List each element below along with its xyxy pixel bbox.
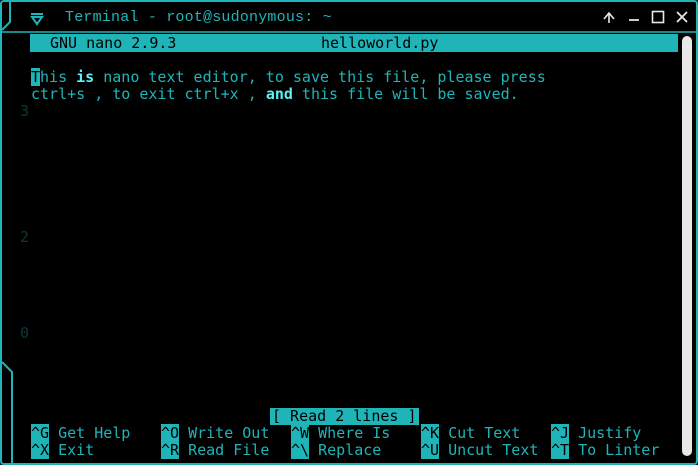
window-title: Terminal - root@sudonymous: ~ bbox=[65, 9, 332, 26]
shortcut-label: Where Is bbox=[309, 424, 391, 442]
margin-glyph: 3 bbox=[20, 102, 30, 120]
shortcut-key: ^U bbox=[421, 441, 440, 459]
shortcut-justify[interactable]: ^J Justify bbox=[551, 424, 642, 442]
editor-line-1[interactable]: This is nano text editor, to save this f… bbox=[31, 68, 546, 86]
margin-glyph: 2 bbox=[20, 228, 30, 246]
shortcut-label: Get Help bbox=[49, 424, 131, 442]
nano-header: GNU nano 2.9.3 helloworld.py bbox=[30, 34, 678, 52]
close-icon[interactable] bbox=[675, 10, 689, 24]
shortcut-exit[interactable]: ^X Exit bbox=[31, 441, 95, 459]
shortcut-key: ^J bbox=[551, 424, 570, 442]
maximize-icon[interactable] bbox=[651, 10, 665, 24]
shortcut-key: ^X bbox=[31, 441, 50, 459]
text-cursor: T bbox=[31, 68, 41, 86]
title-bar[interactable]: Terminal - root@sudonymous: ~ bbox=[2, 2, 696, 32]
margin-glyph: 0 bbox=[20, 324, 30, 342]
text-segment: this file will be saved. bbox=[292, 85, 519, 103]
editor-line-2[interactable]: ctrl+s , to exit ctrl+x , and this file … bbox=[31, 86, 519, 103]
minimize-icon[interactable] bbox=[627, 10, 641, 24]
shortcut-label: Justify bbox=[569, 424, 642, 442]
text-segment: ctrl+s , to exit ctrl+x , bbox=[31, 85, 266, 103]
scrollbar[interactable] bbox=[681, 36, 693, 456]
window-menu-icon[interactable] bbox=[30, 12, 44, 26]
arrow-up-icon[interactable] bbox=[602, 10, 616, 24]
shortcut-replace[interactable]: ^\ Replace bbox=[291, 441, 382, 459]
keyword-and: and bbox=[265, 85, 293, 103]
shortcut-key: ^O bbox=[161, 424, 180, 442]
shortcut-key: ^K bbox=[421, 424, 440, 442]
shortcut-cut-text[interactable]: ^K Cut Text bbox=[421, 424, 521, 442]
shortcut-key: ^\ bbox=[291, 441, 310, 459]
shortcut-key: ^R bbox=[161, 441, 180, 459]
shortcut-key: ^G bbox=[31, 424, 50, 442]
shortcut-get-help[interactable]: ^G Get Help bbox=[31, 424, 131, 442]
shortcut-read-file[interactable]: ^R Read File bbox=[161, 441, 270, 459]
shortcut-label: To Linter bbox=[569, 441, 660, 459]
text-segment: his bbox=[40, 68, 77, 86]
shortcut-key: ^T bbox=[551, 441, 570, 459]
text-segment: nano text editor, to save this file, ple… bbox=[94, 68, 546, 86]
shortcut-label: Write Out bbox=[179, 424, 270, 442]
nano-version: GNU nano 2.9.3 bbox=[50, 34, 177, 52]
shortcut-write-out[interactable]: ^O Write Out bbox=[161, 424, 270, 442]
shortcut-label: Read File bbox=[179, 441, 270, 459]
shortcut-to-linter[interactable]: ^T To Linter bbox=[551, 441, 660, 459]
scrollbar-thumb[interactable] bbox=[682, 36, 692, 456]
shortcut-uncut-text[interactable]: ^U Uncut Text bbox=[421, 441, 539, 459]
status-message: [ Read 2 lines ] bbox=[270, 407, 419, 425]
keyword-is: is bbox=[76, 68, 95, 86]
terminal-area[interactable]: GNU nano 2.9.3 helloworld.py This is nan… bbox=[30, 34, 680, 459]
file-name: helloworld.py bbox=[321, 34, 439, 52]
shortcut-key: ^W bbox=[291, 424, 310, 442]
shortcut-where-is[interactable]: ^W Where Is bbox=[291, 424, 391, 442]
shortcut-label: Cut Text bbox=[439, 424, 521, 442]
shortcut-label: Replace bbox=[309, 441, 382, 459]
shortcut-label: Exit bbox=[49, 441, 95, 459]
shortcut-label: Uncut Text bbox=[439, 441, 539, 459]
terminal-window: Terminal - root@sudonymous: ~ 3 2 0 GNU … bbox=[0, 0, 698, 465]
